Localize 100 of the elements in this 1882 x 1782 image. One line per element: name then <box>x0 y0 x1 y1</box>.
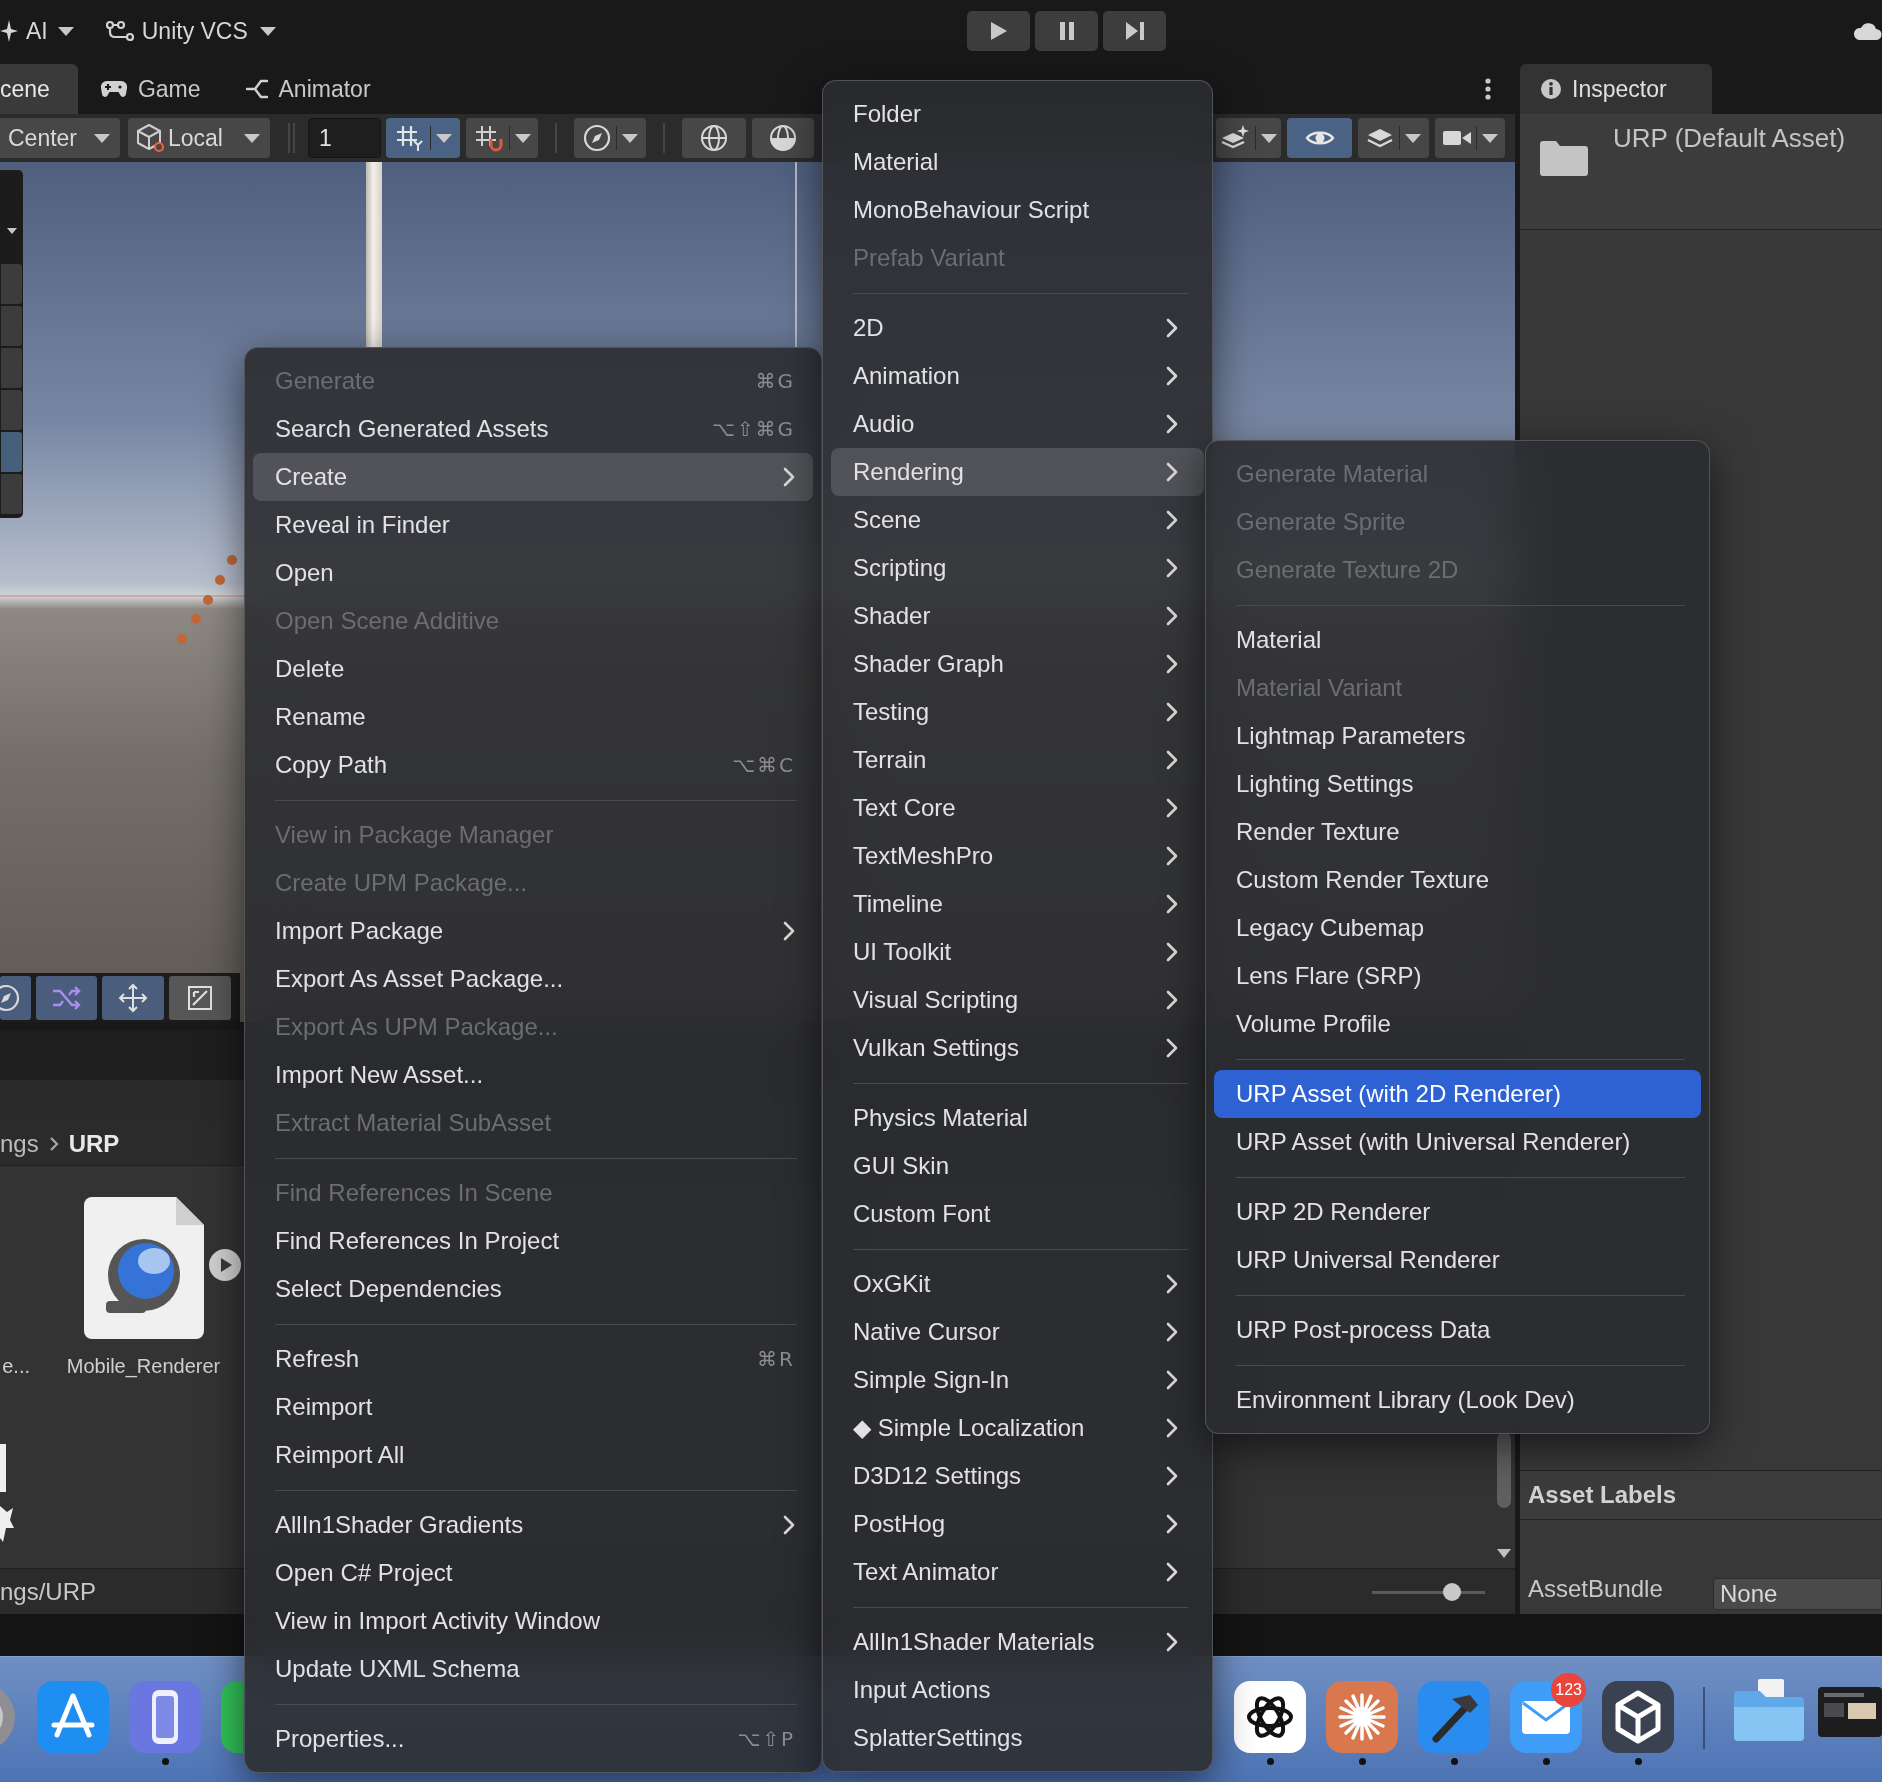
menu-item[interactable]: Custom Render Texture <box>1214 856 1701 904</box>
menu-item[interactable]: GUI Skin <box>831 1142 1204 1190</box>
folder-stack-icon[interactable] <box>1732 1677 1806 1743</box>
more-options-icon[interactable] <box>1485 78 1491 100</box>
menu-item[interactable]: SplatterSettings <box>831 1714 1204 1762</box>
menu-item[interactable]: OxGKit <box>831 1260 1204 1308</box>
asset-label[interactable]: Mobile_Renderer <box>66 1351 221 1381</box>
menu-item[interactable]: URP 2D Renderer <box>1214 1188 1701 1236</box>
menu-item[interactable]: Custom Font <box>831 1190 1204 1238</box>
shuffle-button[interactable] <box>36 975 97 1020</box>
menu-item[interactable]: Import Package <box>253 907 813 955</box>
grid-button[interactable] <box>386 118 460 158</box>
vcs-dropdown[interactable]: Unity VCS <box>105 9 276 53</box>
visibility-button[interactable] <box>1287 118 1352 158</box>
menu-item[interactable]: Volume Profile <box>1214 1000 1701 1048</box>
menu-item[interactable]: Lighting Settings <box>1214 760 1701 808</box>
half-globe-button[interactable] <box>752 118 814 158</box>
cloud-icon[interactable] <box>1852 21 1882 41</box>
menu-item[interactable]: 2D <box>831 304 1204 352</box>
menu-item[interactable]: Visual Scripting <box>831 976 1204 1024</box>
frame-button[interactable] <box>169 975 231 1020</box>
slider-thumb[interactable] <box>1443 1582 1462 1601</box>
phone-app-icon[interactable] <box>129 1681 201 1753</box>
breadcrumb-link[interactable]: URP <box>68 1125 120 1162</box>
menu-item[interactable]: Native Cursor <box>831 1308 1204 1356</box>
caret-down-icon[interactable] <box>6 228 17 234</box>
snap-button[interactable] <box>466 118 538 158</box>
camera-button[interactable] <box>1435 118 1505 158</box>
menu-item[interactable]: URP Asset (with Universal Renderer) <box>1214 1118 1701 1166</box>
menu-item[interactable]: Rename <box>253 693 813 741</box>
menu-item[interactable]: Shader Graph <box>831 640 1204 688</box>
menu-item[interactable]: Select Dependencies <box>253 1265 813 1313</box>
menu-item[interactable]: Environment Library (Look Dev) <box>1214 1376 1701 1424</box>
menu-item[interactable]: PostHog <box>831 1500 1204 1548</box>
menu-item[interactable]: Testing <box>831 688 1204 736</box>
menu-item[interactable]: Terrain <box>831 736 1204 784</box>
menu-item[interactable]: Update UXML Schema <box>253 1645 813 1693</box>
menu-item[interactable]: Input Actions <box>831 1666 1204 1714</box>
menu-item[interactable]: Reveal in Finder <box>253 501 813 549</box>
menu-item[interactable]: Text Core <box>831 784 1204 832</box>
menu-item[interactable]: Physics Material <box>831 1094 1204 1142</box>
breadcrumb-link[interactable]: ngs <box>0 1125 39 1162</box>
asset-label[interactable]: e... <box>2 1351 30 1381</box>
starburst-app-icon[interactable] <box>1326 1681 1398 1753</box>
compass-button[interactable] <box>0 975 31 1020</box>
menu-item[interactable]: Copy Path ⌥⌘C <box>253 741 813 789</box>
menu-item[interactable]: Scene <box>831 496 1204 544</box>
menu-item[interactable]: UI Toolkit <box>831 928 1204 976</box>
menu-item[interactable]: Lens Flare (SRP) <box>1214 952 1701 1000</box>
cube-app-icon[interactable] <box>1602 1681 1674 1753</box>
menu-item[interactable]: Legacy Cubemap <box>1214 904 1701 952</box>
menu-item[interactable]: Import New Asset... <box>253 1051 813 1099</box>
menu-item[interactable]: Export As Asset Package... <box>253 955 813 1003</box>
menu-item[interactable]: Properties... ⌥⇧P <box>253 1715 813 1763</box>
tab[interactable]: cene <box>0 64 78 114</box>
menu-item[interactable]: URP Asset (with 2D Renderer) <box>1214 1070 1701 1118</box>
menu-item[interactable]: ◆ Simple Localization <box>831 1404 1204 1452</box>
menu-item[interactable]: Find References In Project <box>253 1217 813 1265</box>
pause-button[interactable] <box>1035 11 1098 51</box>
menu-item[interactable]: Delete <box>253 645 813 693</box>
pivot-dropdown[interactable]: Center <box>0 118 120 158</box>
knot-app-icon[interactable] <box>1234 1681 1306 1753</box>
effects-button[interactable] <box>1216 118 1281 158</box>
menu-item[interactable]: Simple Sign-In <box>831 1356 1204 1404</box>
menu-item[interactable]: MonoBehaviour Script <box>831 186 1204 234</box>
menu-item[interactable]: AllIn1Shader Materials <box>831 1618 1204 1666</box>
menu-item[interactable]: View in Import Activity Window <box>253 1597 813 1645</box>
menu-item[interactable]: Refresh ⌘R <box>253 1335 813 1383</box>
envelope-app-icon[interactable] <box>1510 1681 1582 1753</box>
scrollbar-thumb[interactable] <box>1497 1432 1511 1508</box>
menu-item[interactable]: AllIn1Shader Gradients <box>253 1501 813 1549</box>
play-circle-icon[interactable] <box>208 1248 242 1282</box>
scroll-down-icon[interactable] <box>1497 1549 1511 1558</box>
grid-size-field[interactable]: 1 <box>308 118 381 158</box>
space-dropdown[interactable]: Local <box>128 118 270 158</box>
menu-item[interactable]: Open C# Project <box>253 1549 813 1597</box>
tab[interactable]: Inspector <box>1520 64 1712 114</box>
tab[interactable]: Animator <box>222 64 393 114</box>
icon-size-slider[interactable] <box>1372 1582 1485 1601</box>
menu-item[interactable]: Folder <box>831 90 1204 138</box>
menu-item[interactable]: Scripting <box>831 544 1204 592</box>
menu-item[interactable]: TextMeshPro <box>831 832 1204 880</box>
menu-item[interactable]: Lightmap Parameters <box>1214 712 1701 760</box>
asset-bundle-dropdown[interactable]: None <box>1713 1578 1882 1610</box>
compass-button[interactable] <box>574 118 646 158</box>
menu-item[interactable]: D3D12 Settings <box>831 1452 1204 1500</box>
renderer-asset-icon[interactable] <box>83 1197 204 1339</box>
menu-item[interactable]: Material <box>1214 616 1701 664</box>
menu-item[interactable]: Animation <box>831 352 1204 400</box>
globe-button[interactable] <box>682 118 746 158</box>
menu-item[interactable]: Render Texture <box>1214 808 1701 856</box>
letter-a-app-icon[interactable] <box>37 1681 109 1753</box>
layers-button[interactable] <box>1358 118 1429 158</box>
menu-item[interactable]: Shader <box>831 592 1204 640</box>
step-button[interactable] <box>1103 11 1166 51</box>
menu-item[interactable]: Vulkan Settings <box>831 1024 1204 1072</box>
hammer-app-icon[interactable] <box>1418 1681 1490 1753</box>
menu-item[interactable]: Open <box>253 549 813 597</box>
menu-item[interactable]: Text Animator <box>831 1548 1204 1596</box>
menu-item[interactable]: Reimport <box>253 1383 813 1431</box>
